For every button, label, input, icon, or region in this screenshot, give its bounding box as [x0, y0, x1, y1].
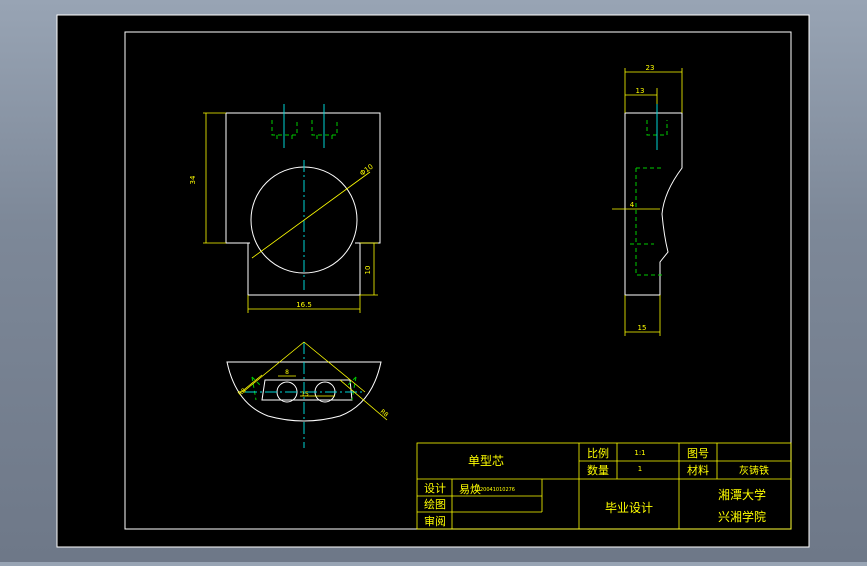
dim-front-base-height: 10 — [364, 266, 372, 275]
dim-side-offset: 13 — [636, 87, 645, 95]
material-label: 材料 — [687, 463, 709, 477]
dim-front-width: 16.5 — [296, 301, 312, 309]
dim-side-width: 23 — [646, 64, 655, 72]
quantity-label: 数量 — [587, 464, 609, 477]
quantity-value: 1 — [638, 465, 642, 473]
dim-side-bottom: 15 — [638, 324, 647, 332]
designer-name: 易焕 — [459, 482, 481, 496]
dim-top-hole-pitch: 8 — [285, 369, 289, 376]
dim-side-depth: 4 — [630, 201, 635, 209]
dim-top-slot: 15 — [301, 391, 309, 398]
drawing-no-label: 图号 — [687, 447, 709, 460]
scale-value: 1:1 — [634, 449, 645, 457]
drawing-canvas[interactable]: 34 10 16.5 Φ10 23 13 4 15 8 15 R8 R8 单型芯… — [0, 0, 867, 562]
material-value: 灰铸铁 — [739, 464, 769, 477]
reviewer-label: 审阅 — [424, 514, 446, 528]
scale-label: 比例 — [587, 446, 609, 460]
school-line2: 兴湘学院 — [718, 509, 766, 524]
project-label: 毕业设计 — [605, 501, 653, 515]
designer-id: 20041010276 — [480, 487, 515, 493]
drafter-label: 绘图 — [424, 497, 446, 511]
dim-front-height: 34 — [189, 175, 197, 184]
part-name: 单型芯 — [468, 454, 504, 468]
designer-label: 设计 — [424, 482, 446, 495]
cad-drawing-window: 34 10 16.5 Φ10 23 13 4 15 8 15 R8 R8 单型芯… — [0, 0, 867, 562]
school-line1: 湘潭大学 — [718, 487, 766, 502]
